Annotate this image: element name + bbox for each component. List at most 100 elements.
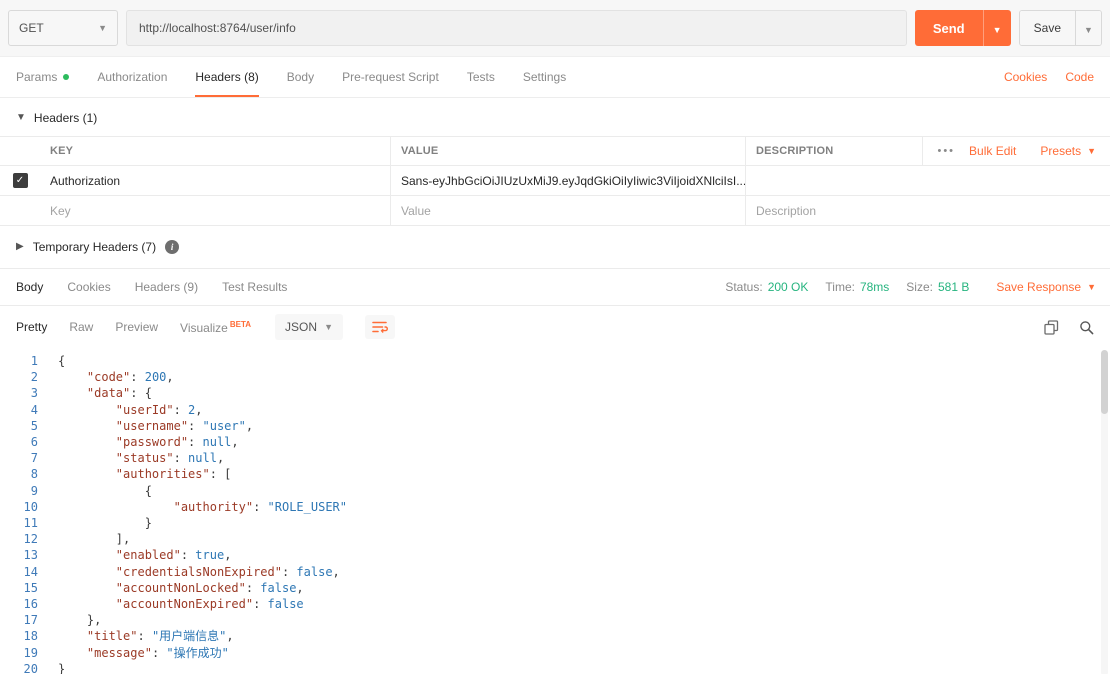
method-select[interactable]: GET ▼ (8, 10, 118, 46)
request-bar: GET ▼ Send ▼ Save ▼ (0, 0, 1110, 57)
tab-body[interactable]: Body (287, 57, 314, 97)
row-description-cell[interactable] (745, 166, 1090, 195)
wrap-text-button[interactable] (364, 315, 395, 339)
save-response-dropdown[interactable]: Save Response ▼ (996, 280, 1096, 294)
search-icon (1080, 320, 1094, 334)
response-meta: Status: 200 OK Time: 78ms Size: 581 B Sa… (725, 280, 1096, 294)
column-description: DESCRIPTION (745, 137, 922, 165)
presets-dropdown[interactable]: Presets ▼ (1040, 144, 1096, 158)
code-line: 14 "credentialsNonExpired": false, (0, 564, 1110, 580)
cookies-link[interactable]: Cookies (1004, 70, 1047, 84)
status-badge: 200 OK (767, 280, 809, 294)
code-link[interactable]: Code (1065, 70, 1094, 84)
column-value-label: VALUE (401, 145, 439, 157)
code-text: "authority": "ROLE_USER" (173, 499, 348, 514)
placeholder-checkbox-cell (0, 196, 40, 225)
code-text: { (144, 483, 152, 498)
code-line: 4 "userId": 2, (0, 402, 1110, 418)
column-description-label: DESCRIPTION (756, 145, 834, 157)
scrollbar-thumb[interactable] (1101, 350, 1108, 414)
size-label: Size: (906, 280, 933, 294)
line-number: 4 (30, 402, 38, 417)
placeholder-key-cell[interactable]: Key (40, 196, 390, 225)
view-tab-raw[interactable]: Raw (69, 320, 93, 334)
row-actions-spacer (1090, 166, 1110, 195)
row-checkbox[interactable]: ✓ (12, 173, 28, 188)
code-line: 9 { (0, 483, 1110, 499)
row-value-cell[interactable]: Sans-eyJhbGciOiJIUzUxMiJ9.eyJqdGkiOiIyIi… (390, 166, 745, 195)
line-number: 9 (30, 483, 38, 498)
code-text: "status": null, (115, 451, 225, 466)
save-caret-icon: ▼ (1084, 24, 1093, 35)
code-text: "username": "user", (115, 418, 254, 433)
copy-button[interactable] (1044, 319, 1059, 335)
time-value: 78ms (859, 280, 890, 294)
url-input[interactable] (126, 10, 907, 46)
row-key-cell[interactable]: Authorization (40, 166, 390, 195)
line-number: 2 (30, 370, 38, 385)
code-text: ], (115, 532, 131, 547)
tab-authorization-label: Authorization (97, 70, 168, 84)
tab-settings-label: Settings (522, 70, 567, 84)
send-button-group: Send ▼ (914, 10, 1011, 46)
code-text: "accountNonExpired": false (115, 597, 304, 612)
response-tab-headers[interactable]: Headers (9) (135, 280, 198, 294)
code-line: 8 "authorities": [ (0, 466, 1110, 482)
tab-authorization[interactable]: Authorization (97, 57, 167, 97)
code-line: 19 "message": "操作成功" (0, 645, 1110, 661)
tab-settings[interactable]: Settings (523, 57, 566, 97)
tab-tests[interactable]: Tests (467, 57, 495, 97)
format-dropdown[interactable]: JSON ▼ (275, 314, 343, 340)
code-line: 2 "code": 200, (0, 369, 1110, 385)
response-body-viewer[interactable]: 1{2 "code": 200, 3 "data": {4 "userId": 2… (0, 348, 1110, 674)
save-response-label: Save Response (996, 280, 1082, 294)
chevron-down-icon: ▼ (16, 112, 26, 123)
view-tab-visualize[interactable]: Visualize BETA (180, 320, 251, 335)
tab-params[interactable]: Params (16, 57, 70, 97)
request-tab-links: Cookies Code (1004, 57, 1094, 97)
response-tab-test-results[interactable]: Test Results (222, 280, 287, 294)
send-caret-button[interactable]: ▼ (982, 10, 1011, 46)
code-line: 18 "title": "用户端信息", (0, 628, 1110, 644)
placeholder-description-cell[interactable]: Description (745, 196, 1090, 225)
code-text: "data": { (86, 386, 152, 401)
column-value: VALUE (390, 137, 745, 165)
headers-section-toggle[interactable]: ▼ Headers (1) (0, 98, 1110, 136)
save-button[interactable]: Save (1019, 11, 1075, 45)
send-button[interactable]: Send (914, 10, 983, 46)
code-text: "credentialsNonExpired": false, (115, 564, 340, 579)
placeholder-value-cell[interactable]: Value (390, 196, 745, 225)
beta-badge: BETA (229, 319, 252, 329)
placeholder-key: Key (50, 203, 71, 218)
tab-pre-request-script[interactable]: Pre-request Script (342, 57, 439, 97)
line-number: 16 (23, 597, 38, 612)
view-tab-pretty[interactable]: Pretty (16, 320, 47, 334)
info-icon[interactable]: i (165, 240, 180, 254)
code-text: "userId": 2, (115, 402, 203, 417)
bulk-edit-link[interactable]: Bulk Edit (969, 144, 1016, 158)
line-number: 13 (23, 548, 38, 563)
header-row-placeholder: Key Value Description (0, 196, 1110, 226)
save-caret-button[interactable]: ▼ (1075, 11, 1101, 45)
line-number: 15 (23, 580, 38, 595)
tab-body-label: Body (286, 70, 315, 84)
line-number: 7 (30, 451, 38, 466)
header-row-authorization: ✓ Authorization Sans-eyJhbGciOiJIUzUxMiJ… (0, 166, 1110, 196)
line-number: 18 (23, 629, 38, 644)
response-tab-body[interactable]: Body (16, 280, 43, 294)
view-tab-preview[interactable]: Preview (115, 320, 158, 334)
placeholder-actions-spacer (1090, 196, 1110, 225)
row-key-value: Authorization (50, 173, 121, 188)
temporary-headers-toggle[interactable]: ▶ Temporary Headers (7) i (0, 226, 1110, 268)
code-text: } (144, 516, 152, 531)
line-number: 5 (30, 418, 38, 433)
response-tab-cookies[interactable]: Cookies (67, 280, 110, 294)
more-options-icon[interactable]: ••• (937, 145, 955, 157)
tab-headers[interactable]: Headers (8) (195, 57, 259, 97)
visualize-label: Visualize (180, 320, 228, 335)
scrollbar-track[interactable] (1101, 350, 1108, 674)
code-text: }, (86, 613, 102, 628)
search-button[interactable] (1079, 320, 1094, 335)
tab-headers-label: Headers (8) (195, 70, 259, 84)
response-code: 1{2 "code": 200, 3 "data": {4 "userId": 2… (0, 353, 1110, 674)
